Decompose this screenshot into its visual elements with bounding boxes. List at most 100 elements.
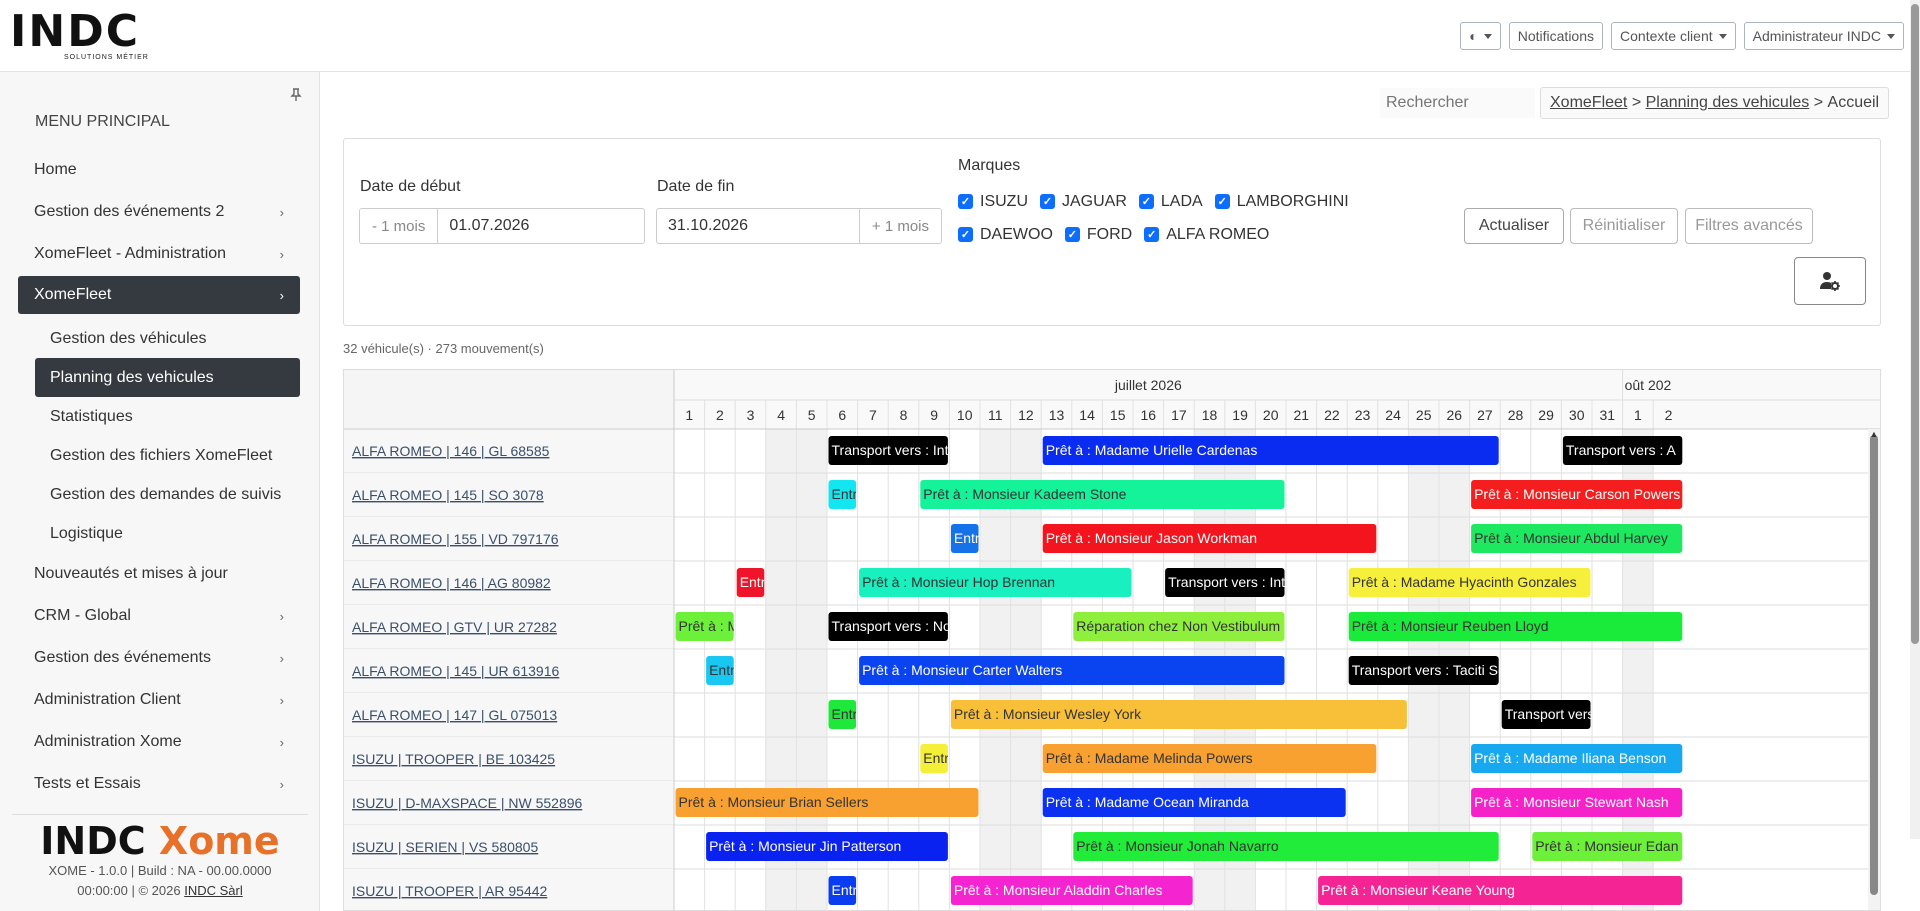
submenu-item-4[interactable]: Gestion des demandes de suivis — [35, 475, 300, 514]
movement-label: Prêt à : Monsieur Jason Workman — [1046, 530, 1257, 546]
menu-item-more-2[interactable]: Gestion des événements › — [18, 637, 300, 679]
day-tick-label: 1 — [685, 407, 693, 423]
movement-label: Prêt à : Monsieur Kadeem Stone — [923, 486, 1126, 502]
xome-logo: Xome — [158, 819, 280, 863]
vehicle-link[interactable]: ALFA ROMEO | 145 | SO 3078 — [352, 487, 544, 503]
user-menu-dropdown[interactable]: Administrateur INDC — [1743, 22, 1904, 50]
main-menu: Home Gestion des événements 2 › XomeFleet -… — [18, 149, 300, 805]
menu-item-more-1[interactable]: CRM - Global › — [18, 595, 300, 637]
day-tick-label: 23 — [1355, 407, 1371, 423]
page-scrollbar[interactable] — [1910, 0, 1920, 839]
movement-label: Transport vers : Taciti Sociosq — [1352, 662, 1539, 678]
month-label-july: juillet 2026 — [1114, 377, 1182, 393]
caret-down-icon — [1483, 33, 1492, 39]
chevron-right-icon: › — [279, 734, 284, 750]
footer-logos: INDC Xome — [12, 821, 308, 861]
theme-toggle-button[interactable]: ◐ — [1460, 22, 1501, 50]
movement-label: Prêt à : Madame Ocean Miranda — [1046, 794, 1249, 810]
month-label-august: oût 202 — [1625, 377, 1672, 393]
submenu-item-3[interactable]: Gestion des fichiers XomeFleet — [35, 436, 300, 475]
menu-item-more-3[interactable]: Administration Client › — [18, 679, 300, 721]
submenu-item-2[interactable]: Statistiques — [35, 397, 300, 436]
refresh-button[interactable]: Actualiser — [1464, 208, 1564, 244]
submenu-item-5[interactable]: Logistique — [35, 514, 300, 553]
vehicle-link[interactable]: ISUZU | TROOPER | BE 103425 — [352, 751, 555, 767]
breadcrumb-planning[interactable]: Planning des vehicules — [1646, 94, 1810, 112]
vehicle-link[interactable]: ALFA ROMEO | 146 | AG 80982 — [352, 575, 551, 591]
brand-checkbox-0[interactable]: ✓ ISUZU — [958, 185, 1028, 218]
movement-label: Entré — [832, 486, 866, 502]
search-input[interactable] — [1380, 88, 1535, 118]
checkbox-checked-icon[interactable]: ✓ — [1040, 194, 1055, 209]
menu-item-label: Planning des vehicules — [50, 368, 214, 386]
brand-label: ISUZU — [980, 192, 1028, 210]
scrollbar-thumb[interactable] — [1911, 4, 1919, 644]
pin-icon[interactable] — [290, 88, 302, 105]
brand-checkbox-3[interactable]: ✓ LAMBORGHINI — [1214, 185, 1349, 218]
plus-month-button[interactable]: + 1 mois — [858, 209, 941, 243]
day-tick-label: 14 — [1079, 407, 1095, 423]
movement-label: Prêt à : Monsieur Jonah Navarro — [1076, 838, 1279, 854]
end-date-input[interactable]: 31.10.2026 — [657, 209, 859, 243]
notifications-button[interactable]: Notifications — [1508, 22, 1604, 50]
movement-label: Prêt à : Monsieur Stewart Nash — [1474, 794, 1669, 810]
vehicle-link[interactable]: ISUZU | SERIEN | VS 580805 — [352, 839, 538, 855]
checkbox-checked-icon[interactable]: ✓ — [1138, 194, 1154, 209]
advanced-filters-button[interactable]: Filtres avancés — [1685, 208, 1813, 244]
movement-label: Prêt à : Monsieur Brian Sellers — [679, 794, 869, 810]
start-date-input[interactable]: 01.07.2026 — [438, 209, 644, 243]
day-tick-label: 15 — [1110, 407, 1126, 423]
movement-label: Prêt à : Monsieur Keane Young — [1321, 882, 1515, 898]
reset-button[interactable]: Réinitialiser — [1570, 208, 1678, 244]
menu-item-more-5[interactable]: Tests et Essais › — [18, 763, 300, 805]
vehicle-link[interactable]: ALFA ROMEO | 147 | GL 075013 — [352, 707, 557, 723]
brand-checkbox-5[interactable]: ✓ FORD — [1064, 218, 1132, 251]
checkbox-checked-icon[interactable]: ✓ — [958, 227, 973, 242]
day-tick-label: 25 — [1416, 407, 1432, 423]
gantt-scrollbar-thumb[interactable] — [1870, 435, 1878, 895]
start-date-label: Date de début — [360, 178, 461, 195]
vehicle-link[interactable]: ALFA ROMEO | 155 | VD 797176 — [352, 531, 559, 547]
submenu-item-0[interactable]: Gestion des véhicules — [35, 319, 300, 358]
theme-icon: ◐ — [1469, 28, 1478, 44]
brand-checkbox-2[interactable]: ✓ LADA — [1138, 185, 1203, 218]
checkbox-checked-icon[interactable]: ✓ — [958, 194, 973, 209]
user-settings-button[interactable] — [1794, 257, 1866, 305]
menu-item-2[interactable]: XomeFleet - Administration › — [18, 233, 300, 275]
submenu-item-1[interactable]: Planning des vehicules — [35, 358, 300, 397]
menu-item-label: Statistiques — [50, 407, 133, 425]
client-context-dropdown[interactable]: Contexte client — [1611, 22, 1736, 50]
vehicle-link[interactable]: ALFA ROMEO | GTV | UR 27282 — [352, 619, 557, 635]
brand-checkbox-4[interactable]: ✓ DAEWOO — [958, 218, 1053, 251]
menu-title: MENU PRINCIPAL — [35, 113, 170, 130]
menu-item-more-4[interactable]: Administration Xome › — [18, 721, 300, 763]
menu-item-1[interactable]: Gestion des événements 2 › — [18, 191, 300, 233]
vehicle-link[interactable]: ISUZU | D-MAXSPACE | NW 552896 — [352, 795, 583, 811]
minus-month-button[interactable]: - 1 mois — [360, 209, 439, 243]
checkbox-checked-icon[interactable]: ✓ — [1214, 194, 1230, 209]
day-tick-label: 4 — [777, 407, 785, 423]
indc-link[interactable]: INDC Sàrl — [184, 883, 243, 898]
chevron-right-icon: › — [279, 650, 284, 666]
movement-label: Prêt à : Monsieur Reuben Lloyd — [1352, 618, 1549, 634]
brand-checkbox-1[interactable]: ✓ JAGUAR — [1040, 185, 1127, 218]
vehicle-link[interactable]: ALFA ROMEO | 145 | UR 613916 — [352, 663, 559, 679]
menu-item-0[interactable]: Home — [18, 149, 300, 191]
vehicle-link[interactable]: ALFA ROMEO | 146 | GL 68585 — [352, 443, 550, 459]
breadcrumb-xomefleet[interactable]: XomeFleet — [1550, 94, 1627, 112]
gantt-svg: 1 2 3 4 5 6 7 8 9 10 11 12 13 14 15 16 17 18 19 20 21 22 23 24 2… — [344, 370, 1880, 910]
menu-item-more-0[interactable]: Nouveautés et mises à jour — [18, 553, 300, 595]
movement-label: Prêt à : Monsieur Carter Walters — [862, 662, 1062, 678]
checkbox-checked-icon[interactable]: ✓ — [1064, 227, 1080, 242]
brand-checkbox-6[interactable]: ✓ ALFA ROMEO — [1144, 218, 1269, 251]
menu-item-label: CRM - Global — [34, 607, 131, 624]
menu-item-xomefleet[interactable]: XomeFleet › — [18, 276, 300, 314]
chevron-right-icon: › — [279, 776, 284, 792]
movement-label: Transport vers : Integer — [1168, 574, 1313, 590]
checkbox-checked-icon[interactable]: ✓ — [1144, 227, 1160, 242]
movement-label: Prêt à : Monsieur Wesley York — [954, 706, 1142, 722]
user-menu-label: Administrateur INDC — [1752, 28, 1881, 44]
vehicle-link[interactable]: ISUZU | TROOPER | AR 95442 — [352, 883, 548, 899]
indc-logo[interactable]: INDC SOLUTIONS MÉTIER — [10, 10, 190, 62]
scroll-up-icon[interactable]: ▲ — [1870, 429, 1879, 439]
